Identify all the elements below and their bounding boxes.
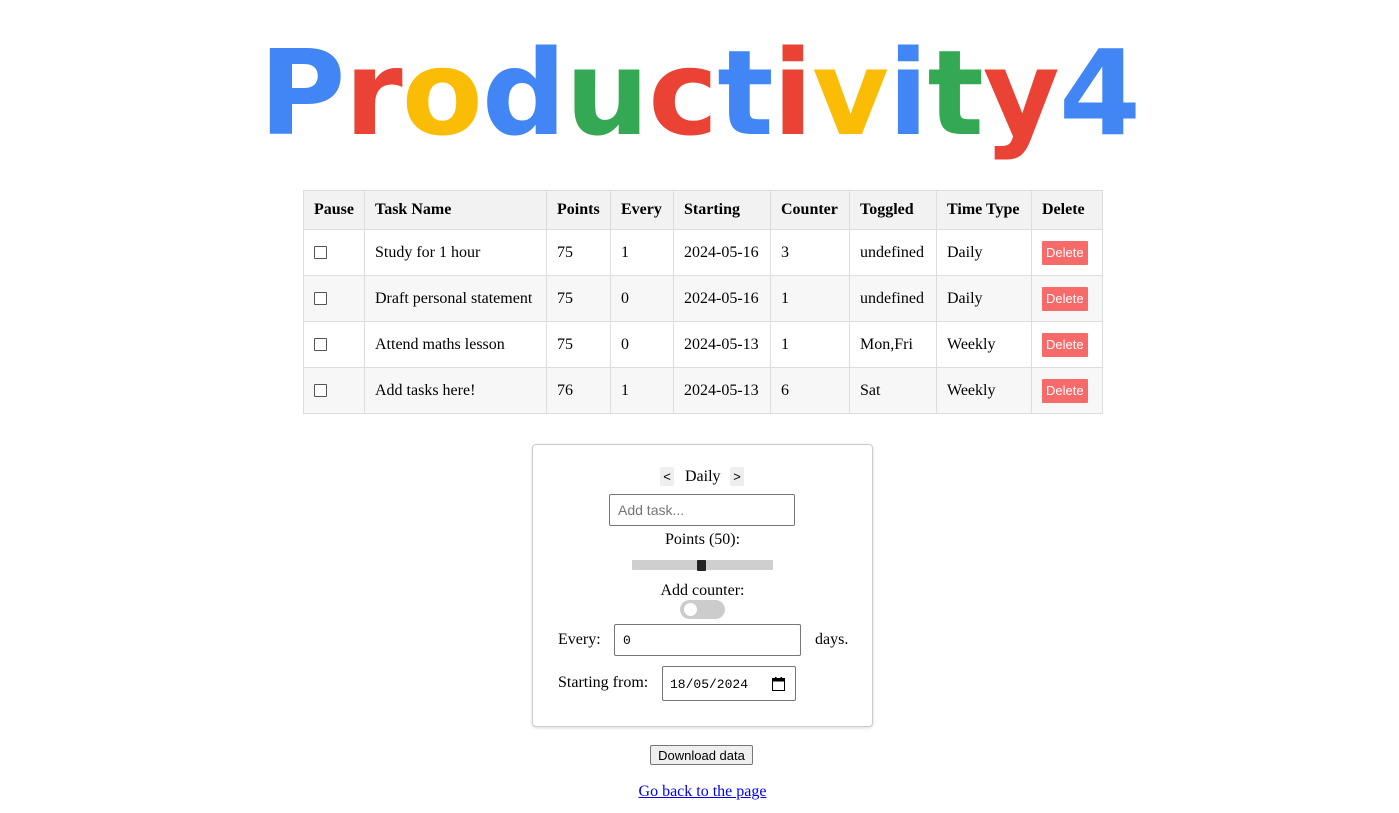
- counter-toggle[interactable]: [680, 600, 725, 619]
- points-label: Points (50):: [664, 531, 741, 548]
- every-label: Every:: [558, 631, 601, 648]
- next-type-button[interactable]: >: [730, 467, 744, 486]
- table-row: Draft personal statement 75 0 2024-05-16…: [303, 275, 1103, 322]
- pause-checkbox[interactable]: [314, 338, 327, 352]
- header-starting: Starting: [673, 190, 771, 230]
- logo-letter: y: [982, 24, 1060, 162]
- points-slider[interactable]: [632, 560, 773, 571]
- download-data-button[interactable]: Download data: [650, 745, 753, 765]
- time-type-label: Daily: [685, 468, 721, 485]
- logo-letter: i: [888, 24, 928, 162]
- delete-button[interactable]: Delete: [1042, 332, 1088, 357]
- toggled-cell: Sat: [849, 367, 937, 414]
- delete-cell: Delete: [1031, 321, 1103, 368]
- points-cell: 75: [546, 229, 611, 276]
- toggled-cell: undefined: [849, 229, 937, 276]
- logo-letter: o: [401, 24, 483, 162]
- logo-letter: t: [927, 24, 984, 162]
- start-date-input[interactable]: 18/05/2024: [662, 666, 796, 701]
- counter-cell: 6: [770, 367, 850, 414]
- app-logo: Productivity4: [0, 18, 1399, 168]
- table-row: Add tasks here! 76 1 2024-05-13 6 Sat We…: [303, 367, 1103, 414]
- starting-cell: 2024-05-13: [673, 367, 771, 414]
- starting-cell: 2024-05-16: [673, 275, 771, 322]
- counter-cell: 3: [770, 229, 850, 276]
- calendar-icon[interactable]: [772, 677, 785, 696]
- task-name-cell: Add tasks here!: [364, 367, 547, 414]
- toggled-cell: Mon,Fri: [849, 321, 937, 368]
- toggled-cell: undefined: [849, 275, 937, 322]
- task-name-placeholder: Add task...: [618, 502, 685, 518]
- delete-cell: Delete: [1031, 275, 1103, 322]
- time-type-cell: Weekly: [936, 367, 1032, 414]
- logo-letter: r: [344, 24, 403, 162]
- go-back-link-text[interactable]: Go back to the page: [639, 783, 767, 800]
- every-cell: 1: [610, 229, 674, 276]
- table-row: Attend maths lesson 75 0 2024-05-13 1 Mo…: [303, 321, 1103, 368]
- header-delete: Delete: [1031, 190, 1103, 230]
- points-slider-thumb[interactable]: [697, 560, 706, 571]
- task-name-cell: Study for 1 hour: [364, 229, 547, 276]
- delete-button[interactable]: Delete: [1042, 240, 1088, 265]
- time-type-cell: Weekly: [936, 321, 1032, 368]
- logo-letter: t: [717, 24, 773, 162]
- counter-cell: 1: [770, 321, 850, 368]
- time-type-cell: Daily: [936, 275, 1032, 322]
- every-cell: 0: [610, 275, 674, 322]
- starting-cell: 2024-05-16: [673, 229, 771, 276]
- task-name-cell: Attend maths lesson: [364, 321, 547, 368]
- delete-button[interactable]: Delete: [1042, 286, 1088, 311]
- header-points: Points: [546, 190, 611, 230]
- pause-cell: [303, 321, 365, 368]
- table-row: Study for 1 hour 75 1 2024-05-16 3 undef…: [303, 229, 1103, 276]
- starting-from-label: Starting from:: [558, 674, 649, 691]
- logo-letter: c: [648, 24, 718, 162]
- pause-checkbox[interactable]: [314, 246, 327, 260]
- start-date-value: 18/05/2024: [670, 677, 749, 692]
- go-back-link: Go back to the page: [0, 783, 1399, 801]
- delete-cell: Delete: [1031, 229, 1103, 276]
- points-cell: 76: [546, 367, 611, 414]
- every-input[interactable]: 0: [614, 624, 801, 656]
- task-table: Pause Task Name Points Every Starting Co…: [303, 190, 1103, 414]
- every-cell: 1: [610, 367, 674, 414]
- every-cell: 0: [610, 321, 674, 368]
- header-pause: Pause: [303, 190, 365, 230]
- logo-letter: v: [812, 24, 889, 162]
- logo-letter: 4: [1058, 24, 1141, 162]
- every-input-value: 0: [623, 633, 631, 648]
- header-every: Every: [610, 190, 674, 230]
- pause-cell: [303, 275, 365, 322]
- time-type-cell: Daily: [936, 229, 1032, 276]
- add-task-panel: < Daily > Add task... Points (50): Add c…: [532, 444, 873, 727]
- header-counter: Counter: [770, 190, 850, 230]
- header-task-name: Task Name: [364, 190, 547, 230]
- pause-cell: [303, 229, 365, 276]
- task-name-input[interactable]: Add task...: [609, 494, 795, 526]
- counter-cell: 1: [770, 275, 850, 322]
- points-cell: 75: [546, 275, 611, 322]
- logo-letter: d: [481, 24, 566, 162]
- points-cell: 75: [546, 321, 611, 368]
- logo-letter: u: [565, 24, 649, 162]
- logo-letter: P: [259, 24, 345, 162]
- counter-toggle-knob: [684, 603, 697, 616]
- header-time-type: Time Type: [936, 190, 1032, 230]
- logo-letter: i: [772, 24, 813, 162]
- add-counter-label: Add counter:: [660, 582, 745, 599]
- task-name-cell: Draft personal statement: [364, 275, 547, 322]
- days-label: days.: [815, 631, 849, 648]
- pause-checkbox[interactable]: [314, 384, 327, 398]
- header-toggled: Toggled: [849, 190, 937, 230]
- delete-cell: Delete: [1031, 367, 1103, 414]
- table-header-row: Pause Task Name Points Every Starting Co…: [303, 190, 1103, 230]
- pause-cell: [303, 367, 365, 414]
- starting-cell: 2024-05-13: [673, 321, 771, 368]
- pause-checkbox[interactable]: [314, 292, 327, 306]
- delete-button[interactable]: Delete: [1042, 378, 1088, 403]
- prev-type-button[interactable]: <: [660, 467, 674, 486]
